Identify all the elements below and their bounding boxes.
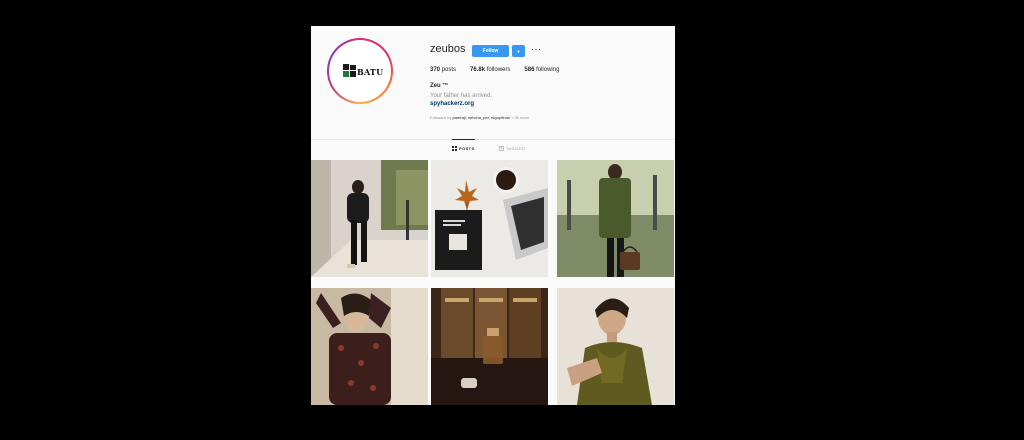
bio-text: Your father has arrived. — [430, 93, 493, 99]
tab-tagged[interactable]: TAGGED — [499, 146, 525, 151]
more-options-icon[interactable]: ··· — [531, 44, 542, 54]
following-stat[interactable]: 586 following — [524, 67, 559, 73]
post-thumbnail[interactable] — [557, 160, 674, 277]
post-image-woman-walking — [311, 160, 428, 277]
post-image-perfume-books — [431, 288, 548, 405]
full-name: Zeu ™ — [430, 83, 449, 89]
batu-logo-icon — [343, 64, 356, 77]
chevron-down-icon: ▼ — [516, 48, 521, 54]
posts-stat: 370 posts — [430, 67, 457, 73]
website-link[interactable]: spyhackerz.org — [430, 101, 474, 107]
grid-icon — [452, 146, 457, 151]
post-image-green-jacket — [557, 160, 674, 277]
post-image-olive-blouse — [557, 288, 674, 405]
post-image-flatlay — [431, 160, 548, 277]
avatar[interactable]: BATU — [327, 38, 393, 104]
post-thumbnail[interactable] — [431, 160, 548, 277]
profile-page: BATU zeubos Follow ▼ ··· 370 posts 76.8k… — [311, 26, 675, 405]
active-tab-indicator — [452, 139, 475, 140]
post-thumbnail[interactable] — [431, 288, 548, 405]
post-image-patterned-dress — [311, 288, 428, 405]
username: zeubos — [430, 43, 466, 55]
post-thumbnail[interactable] — [557, 288, 674, 405]
tabs-divider — [311, 139, 675, 140]
post-thumbnail[interactable] — [311, 160, 428, 277]
tag-icon — [499, 146, 504, 151]
followed-by[interactable]: Followed by pamraji, nehcha_per, nkyspfi… — [430, 115, 529, 120]
suggestions-dropdown-button[interactable]: ▼ — [512, 45, 525, 57]
post-thumbnail[interactable] — [311, 288, 428, 405]
profile-stats: 370 posts 76.8k followers 586 following — [430, 67, 559, 73]
follow-button[interactable]: Follow — [472, 45, 509, 57]
tab-posts[interactable]: POSTS — [452, 146, 475, 151]
followers-stat[interactable]: 76.8k followers — [470, 67, 510, 73]
avatar-logo-text: BATU — [357, 67, 384, 77]
